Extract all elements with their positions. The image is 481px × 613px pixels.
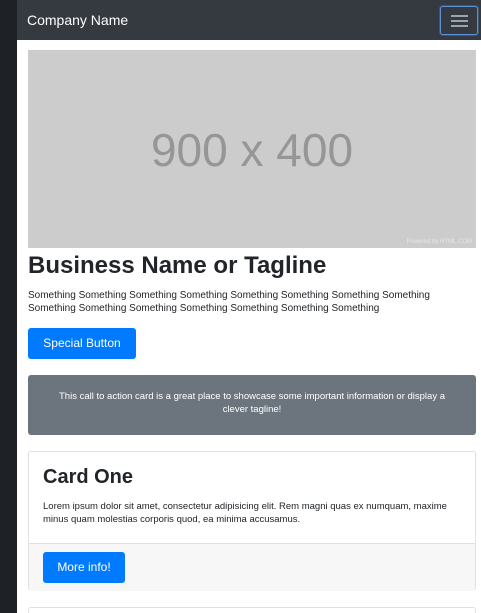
hero-placeholder-text: 900 x 400 xyxy=(150,124,354,176)
call-to-action-card: This call to action card is a great plac… xyxy=(28,375,476,435)
hamburger-icon xyxy=(451,25,468,27)
left-window-strip xyxy=(0,0,17,613)
card-one-footer: More info! xyxy=(29,543,475,591)
more-info-button[interactable]: More info! xyxy=(43,552,125,583)
call-to-action-text: This call to action card is a great plac… xyxy=(59,391,445,415)
next-card-edge xyxy=(28,607,476,613)
card-one-text: Lorem ipsum dolor sit amet, consectetur … xyxy=(43,501,447,525)
business-title: Business Name or Tagline xyxy=(28,252,327,279)
special-button[interactable]: Special Button xyxy=(28,328,136,359)
navbar-toggler-button[interactable] xyxy=(440,6,478,35)
page-viewport: Company Name 900 x 400 Powered by HTML.C… xyxy=(17,0,481,613)
navbar: Company Name xyxy=(17,0,481,40)
hamburger-icon xyxy=(451,20,468,22)
hamburger-icon xyxy=(451,15,468,17)
hero-placeholder-image: 900 x 400 Powered by HTML.COM xyxy=(28,50,476,248)
card-one-title: Card One xyxy=(43,466,134,488)
navbar-brand[interactable]: Company Name xyxy=(27,11,128,29)
hero-credit: Powered by HTML.COM xyxy=(406,239,472,245)
card-one: Card One Lorem ipsum dolor sit amet, con… xyxy=(28,451,476,591)
business-description: Something Something Something Something … xyxy=(28,290,430,314)
